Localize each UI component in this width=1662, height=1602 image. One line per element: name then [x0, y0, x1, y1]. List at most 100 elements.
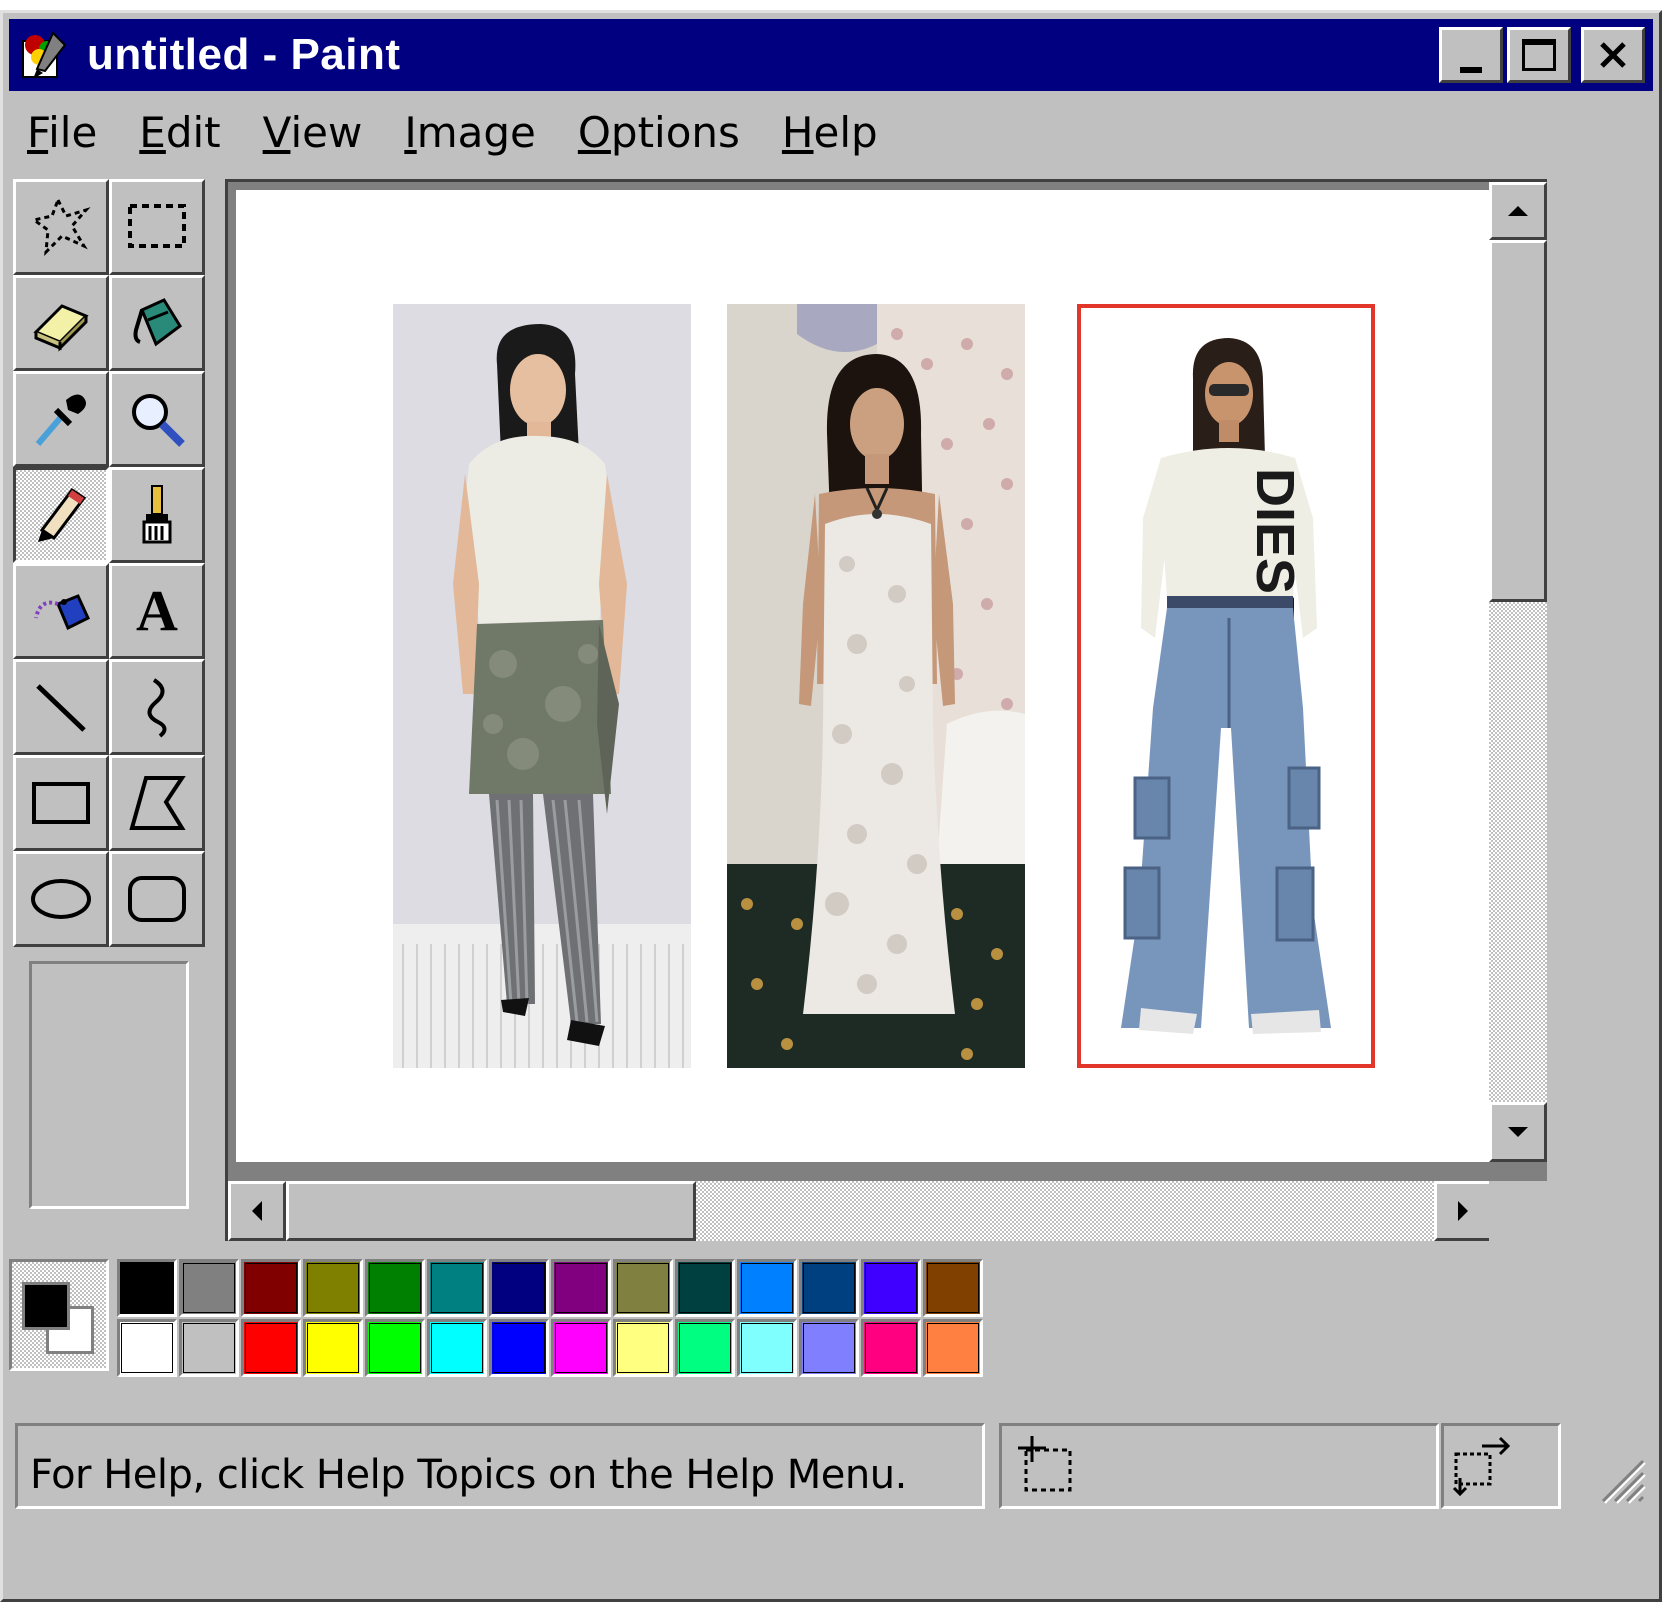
palette-swatch[interactable]: [489, 1319, 549, 1377]
vertical-scroll-thumb[interactable]: [1489, 240, 1547, 602]
palette-swatch[interactable]: [675, 1259, 735, 1317]
palette-swatch[interactable]: [489, 1259, 549, 1317]
model-lace-slip-dress-image: [727, 304, 1025, 1068]
palette-swatch[interactable]: [799, 1319, 859, 1377]
model-graphic-top-cargo-jeans-image: DIESEL: [1081, 308, 1371, 1064]
ellipse-icon: [31, 879, 91, 919]
selection-position-icon: [1018, 1436, 1072, 1492]
tool-box: A: [13, 179, 215, 1239]
airbrush-tool[interactable]: [13, 563, 109, 659]
palette-swatch[interactable]: [241, 1259, 301, 1317]
menu-file-rest: ile: [48, 107, 98, 157]
drawing-canvas[interactable]: DIESEL: [236, 190, 1498, 1162]
menu-image-rest: mage: [416, 107, 536, 157]
menu-help-rest: elp: [813, 107, 878, 157]
palette-swatch[interactable]: [861, 1259, 921, 1317]
curve-tool[interactable]: [109, 659, 205, 755]
current-colors[interactable]: [9, 1259, 109, 1371]
scroll-down-button[interactable]: [1489, 1102, 1547, 1162]
palette-swatch[interactable]: [117, 1259, 177, 1317]
palette-swatch[interactable]: [303, 1259, 363, 1317]
rectangle-select-icon: [128, 204, 186, 248]
color-palette: [117, 1259, 983, 1377]
palette-swatch[interactable]: [923, 1319, 983, 1377]
rounded-rectangle-tool[interactable]: [109, 851, 205, 947]
line-icon: [36, 684, 86, 732]
palette-swatch[interactable]: [737, 1319, 797, 1377]
polygon-icon: [129, 776, 186, 830]
vertical-scrollbar[interactable]: [1489, 182, 1547, 1162]
palette-swatch[interactable]: [613, 1319, 673, 1377]
rectangle-select-tool[interactable]: [109, 179, 205, 275]
palette-swatch[interactable]: [923, 1259, 983, 1317]
palette-swatch[interactable]: [179, 1259, 239, 1317]
scroll-left-arrow-icon: [252, 1201, 262, 1221]
palette-swatch[interactable]: [799, 1259, 859, 1317]
palette-swatch[interactable]: [613, 1259, 673, 1317]
palette-swatch[interactable]: [241, 1319, 301, 1377]
palette-swatch[interactable]: [179, 1319, 239, 1377]
tool-options-box[interactable]: [29, 961, 189, 1209]
minimize-button[interactable]: [1439, 27, 1503, 83]
rectangle-icon: [32, 782, 90, 824]
model-knit-top-skirt-image: [393, 304, 691, 1068]
rounded-rectangle-icon: [128, 876, 186, 922]
menu-help[interactable]: Help: [764, 108, 902, 157]
fill-bucket-tool[interactable]: [109, 275, 205, 371]
scroll-left-button[interactable]: [228, 1181, 286, 1241]
menu-options[interactable]: Options: [560, 108, 764, 157]
palette-swatch[interactable]: [551, 1319, 611, 1377]
paint-window: untitled - Paint File Edit View Image Op…: [0, 10, 1662, 1602]
color-picker-icon: [35, 394, 86, 446]
menu-file[interactable]: File: [9, 108, 121, 157]
eraser-tool[interactable]: [13, 275, 109, 371]
menu-edit[interactable]: Edit: [121, 108, 244, 157]
color-picker-tool[interactable]: [13, 371, 109, 467]
palette-swatch[interactable]: [117, 1319, 177, 1377]
canvas-area: DIESEL: [225, 179, 1547, 1241]
paint-app-icon[interactable]: [15, 27, 71, 83]
palette-swatch[interactable]: [365, 1319, 425, 1377]
title-bar[interactable]: untitled - Paint: [9, 19, 1653, 91]
scrollbar-corner: [1489, 1181, 1547, 1241]
canvas-photo-1[interactable]: [393, 304, 691, 1068]
palette-swatch[interactable]: [365, 1259, 425, 1317]
horizontal-scrollbar[interactable]: [228, 1181, 1492, 1241]
horizontal-scroll-thumb[interactable]: [286, 1181, 696, 1241]
window-title: untitled - Paint: [87, 30, 401, 79]
palette-swatch[interactable]: [737, 1259, 797, 1317]
curve-icon: [147, 678, 167, 738]
palette-swatch[interactable]: [675, 1319, 735, 1377]
menu-image[interactable]: Image: [386, 108, 560, 157]
maximize-button[interactable]: [1507, 27, 1571, 83]
palette-swatch[interactable]: [551, 1259, 611, 1317]
canvas-photo-2[interactable]: [727, 304, 1025, 1068]
polygon-tool[interactable]: [109, 755, 205, 851]
status-selection-size: [1441, 1423, 1561, 1509]
palette-swatch[interactable]: [303, 1319, 363, 1377]
color-box: [9, 1253, 1009, 1383]
eraser-icon: [33, 304, 89, 352]
magnifier-tool[interactable]: [109, 371, 205, 467]
scroll-up-button[interactable]: [1489, 182, 1547, 240]
close-button[interactable]: [1581, 27, 1645, 83]
palette-swatch[interactable]: [427, 1259, 487, 1317]
menu-view[interactable]: View: [245, 108, 387, 157]
pencil-tool[interactable]: [13, 467, 109, 563]
palette-swatch[interactable]: [861, 1319, 921, 1377]
line-tool[interactable]: [13, 659, 109, 755]
status-bar: For Help, click Help Topics on the Help …: [9, 1417, 1653, 1511]
palette-swatch[interactable]: [427, 1319, 487, 1377]
minimize-icon: [1460, 67, 1482, 73]
ellipse-tool[interactable]: [13, 851, 109, 947]
fill-bucket-icon: [133, 298, 182, 347]
text-tool[interactable]: A: [109, 563, 205, 659]
resize-grip-icon[interactable]: [1593, 1451, 1647, 1505]
scroll-right-button[interactable]: [1434, 1181, 1492, 1241]
brush-tool[interactable]: [109, 467, 205, 563]
free-form-select-tool[interactable]: [13, 179, 109, 275]
free-form-select-icon: [30, 196, 91, 256]
menu-edit-rest: dit: [165, 107, 221, 157]
canvas-photo-3-selected[interactable]: DIESEL: [1077, 304, 1375, 1068]
rectangle-tool[interactable]: [13, 755, 109, 851]
